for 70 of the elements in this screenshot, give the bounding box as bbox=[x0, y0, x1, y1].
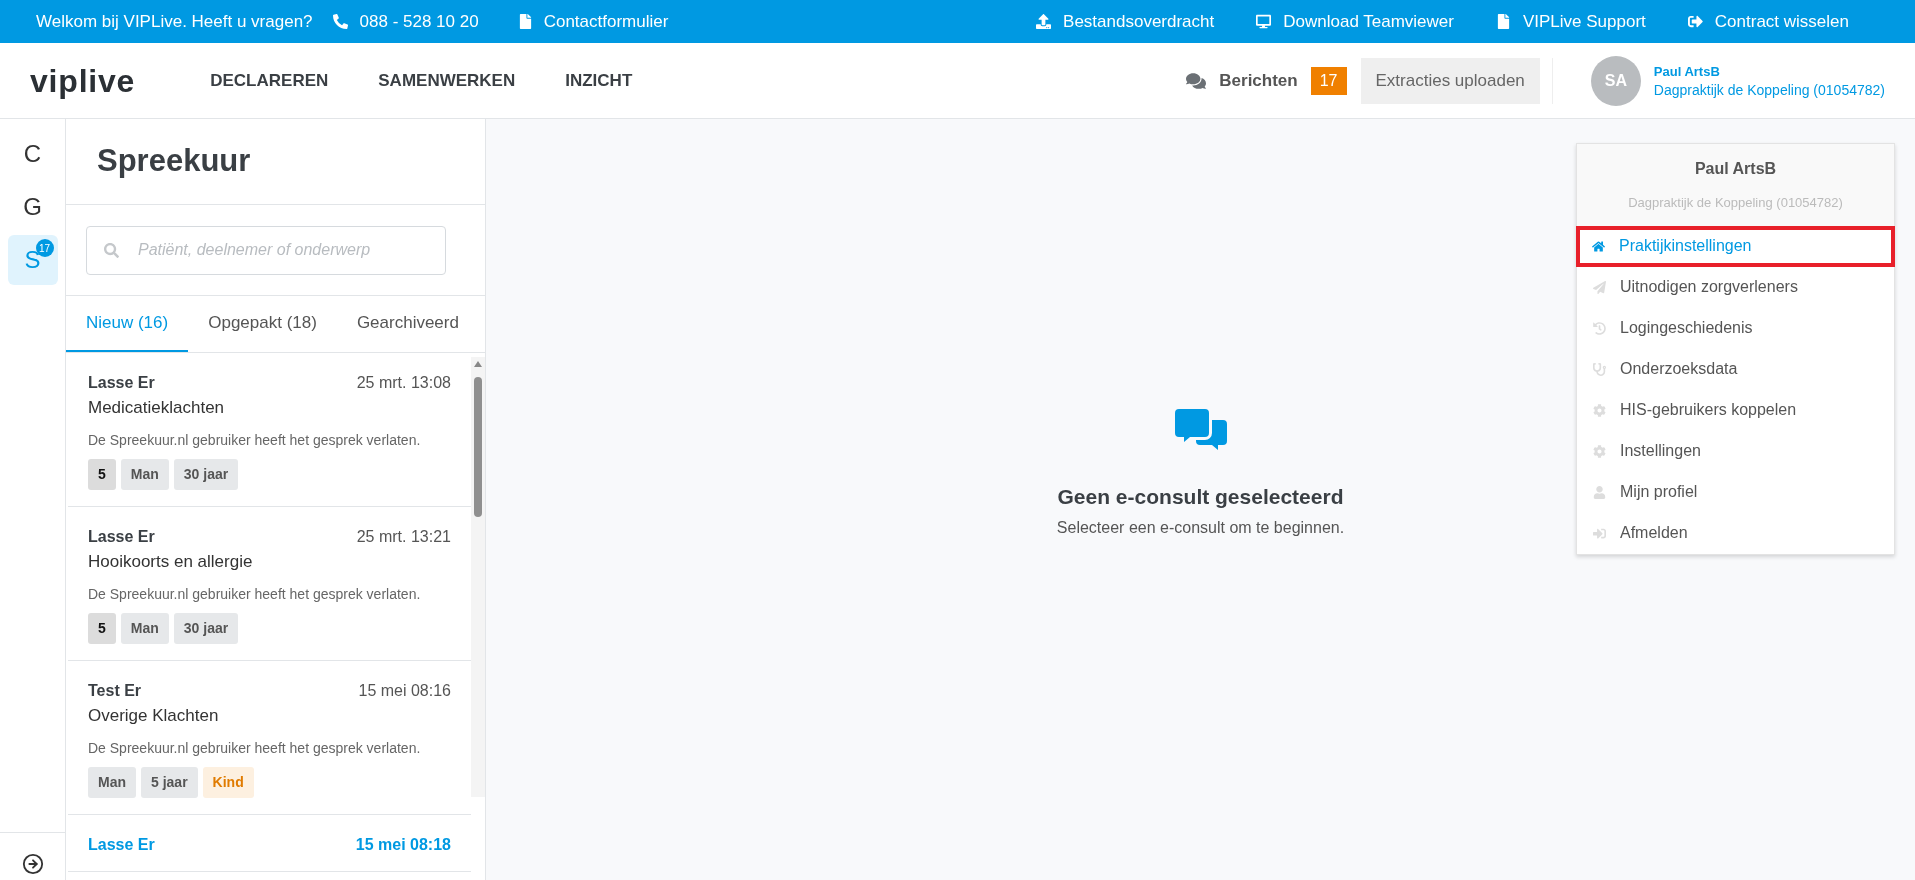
consult-message: De Spreekuur.nl gebruiker heeft het gesprek verlaten. bbox=[88, 585, 422, 603]
logo[interactable]: viplive bbox=[30, 56, 136, 105]
menu-item[interactable]: Uitnodigen zorgverleners bbox=[1577, 266, 1894, 308]
consult-time: 15 mei 08:16 bbox=[358, 681, 451, 701]
consult-message: De Spreekuur.nl gebruiker heeft het gesprek verlaten. bbox=[88, 431, 422, 449]
patient-name: Lasse Er bbox=[88, 527, 155, 547]
tag: 5 bbox=[88, 613, 116, 644]
consult-subject: Overige Klachten bbox=[88, 705, 220, 727]
arrow-circle-icon[interactable] bbox=[21, 853, 44, 875]
rail-item[interactable]: C bbox=[7, 129, 58, 179]
menu-item[interactable]: Afmelden bbox=[1577, 512, 1894, 554]
practice-name: Dagpraktijk de Koppeling (01054782) bbox=[1653, 80, 1885, 99]
nav-link[interactable]: DECLAREREN bbox=[210, 67, 329, 94]
menu-user-name: Paul ArtsB bbox=[1694, 159, 1777, 179]
menu-item[interactable]: Instellingen bbox=[1577, 430, 1894, 472]
document-icon bbox=[1495, 14, 1511, 29]
sign-out-icon bbox=[1593, 526, 1606, 540]
menu-item[interactable]: HIS-gebruikers koppelen bbox=[1577, 389, 1894, 431]
search-field[interactable]: Patiënt, deelnemer of onderwerp bbox=[86, 225, 446, 275]
stethoscope-icon bbox=[1593, 362, 1606, 376]
tab[interactable]: Gearchiveerd bbox=[336, 296, 479, 352]
tab[interactable]: Opgepakt (18) bbox=[188, 296, 337, 352]
monitor-icon bbox=[1256, 14, 1272, 29]
tag: 30 jaar bbox=[173, 613, 239, 644]
message-count-badge: 17 bbox=[1310, 66, 1347, 95]
chat-bubbles-icon bbox=[1186, 71, 1207, 90]
gear-icon bbox=[1593, 403, 1606, 417]
upload-icon bbox=[1036, 14, 1052, 29]
welcome-text: Welkom bij VIPLive. Heeft u vragen? bbox=[36, 10, 313, 33]
tag: 5 bbox=[88, 459, 116, 490]
consult-time: 25 mrt. 13:08 bbox=[356, 373, 451, 393]
chat-bubbles-icon bbox=[1174, 408, 1227, 451]
empty-state-title: Geen e-consult geselecteerd bbox=[1057, 483, 1344, 510]
document-icon bbox=[518, 14, 532, 29]
tag: Man bbox=[88, 767, 136, 798]
consult-time: 25 mrt. 13:21 bbox=[356, 527, 451, 547]
nav-link[interactable]: INZICHT bbox=[565, 67, 633, 94]
phone-number: 088 - 528 10 20 bbox=[359, 10, 479, 33]
gear-icon bbox=[1593, 444, 1606, 458]
rail-item[interactable]: G bbox=[7, 182, 58, 232]
tag: Man bbox=[120, 459, 169, 490]
messages-link[interactable]: Berichten bbox=[1219, 67, 1298, 94]
exit-arrow-icon bbox=[1687, 14, 1703, 29]
tag: Kind bbox=[202, 767, 254, 798]
consult-subject: Hooikoorts en allergie bbox=[88, 551, 254, 573]
search-icon bbox=[104, 242, 119, 258]
panel-title: Spreekuur bbox=[97, 142, 251, 181]
phone-icon bbox=[332, 14, 348, 29]
tag: 5 jaar bbox=[141, 767, 198, 798]
menu-item[interactable]: Onderzoeksdata bbox=[1577, 348, 1894, 390]
menu-item[interactable]: Logingeschiedenis bbox=[1577, 307, 1894, 349]
person-icon bbox=[1593, 485, 1606, 499]
empty-state-text: Selecteer een e-consult om te beginnen. bbox=[1056, 518, 1345, 539]
history-icon bbox=[1593, 321, 1606, 335]
upload-button[interactable]: Extracties uploaden bbox=[1360, 57, 1540, 104]
consult-message: De Spreekuur.nl gebruiker heeft het gesprek verlaten. bbox=[88, 739, 422, 757]
scrollbar[interactable] bbox=[471, 357, 485, 797]
paper-plane-icon bbox=[1593, 280, 1606, 294]
menu-item[interactable]: Mijn profiel bbox=[1577, 471, 1894, 513]
patient-name: Lasse Er bbox=[88, 373, 155, 393]
tag: Man bbox=[120, 613, 169, 644]
consult-time: 15 mei 08:18 bbox=[355, 835, 451, 855]
tag: 30 jaar bbox=[173, 459, 239, 490]
patient-name: Test Er bbox=[88, 681, 142, 701]
house-icon bbox=[1592, 239, 1605, 253]
menu-practice-name: Dagpraktijk de Koppeling (01054782) bbox=[1628, 194, 1843, 212]
user-name: Paul ArtsB bbox=[1653, 62, 1721, 81]
patient-name: Lasse Er bbox=[88, 835, 155, 855]
nav-link[interactable]: SAMENWERKEN bbox=[378, 67, 516, 94]
consult-subject: Medicatieklachten bbox=[88, 397, 226, 419]
